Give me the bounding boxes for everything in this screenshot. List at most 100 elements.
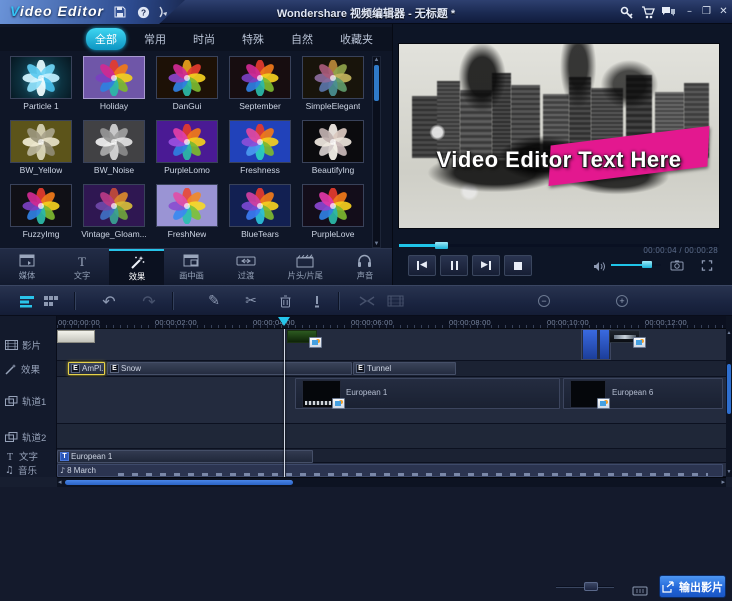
effect-thumbnail[interactable] [229,56,291,99]
effect-thumbnail[interactable] [156,184,218,227]
effect-item[interactable]: DanGui [151,56,223,120]
edit-clip-icon[interactable]: ✎ [203,291,225,311]
effect-item[interactable]: PurpleLove [297,184,369,248]
zoom-fit-icon[interactable] [632,583,648,601]
effect-item[interactable]: BW_Yellow [5,120,77,184]
timeline-vscrollbar[interactable]: ▲ ▼ [726,316,732,477]
effect-item[interactable]: BeautifyIng [297,120,369,184]
effect-thumbnail[interactable] [10,184,72,227]
effect-item[interactable]: Freshness [224,120,296,184]
library-scrollbar[interactable]: ▲ ▼ [372,56,381,248]
snapshot-camera-icon[interactable] [670,258,684,276]
tab-all[interactable]: 全部 [86,28,126,50]
pause-button[interactable] [440,255,468,276]
playhead[interactable] [284,329,285,477]
effect-clip[interactable]: E Snow [107,362,352,375]
effect-item[interactable]: BlueTears [224,184,296,248]
effect-item[interactable]: Particle 1 [5,56,77,120]
nav-sound[interactable]: 声音 [337,249,392,286]
prev-frame-button[interactable]: ◀ [408,255,436,276]
tab-favorites[interactable]: 收藏夹 [331,28,382,50]
overlay-clip[interactable]: European 1 [295,378,560,409]
effect-item[interactable]: FreshNew [151,184,223,248]
text-track[interactable]: T European 1 [57,449,726,463]
video-clip[interactable] [57,330,95,343]
scroll-right-icon[interactable]: ▸ [721,478,725,486]
effect-clip[interactable]: E Tunnel [353,362,456,375]
nav-pip[interactable]: 画中画 [164,249,219,286]
text-clip[interactable]: T European 1 [57,450,313,463]
nav-media[interactable]: 媒体 [0,249,55,286]
effect-thumbnail[interactable] [302,184,364,227]
volume-handle[interactable] [642,261,652,268]
feedback-chat-icon[interactable] [660,4,676,20]
effect-thumbnail[interactable] [229,120,291,163]
nav-effects[interactable]: 效果 [109,249,164,286]
effect-thumbnail[interactable] [229,184,291,227]
overlay-track-1[interactable]: European 1 European 6 [57,377,726,424]
nav-transition[interactable]: 过渡 [218,249,273,286]
stop-button[interactable] [504,255,532,276]
effect-thumbnail[interactable] [156,120,218,163]
effect-item[interactable]: Vintage_Gloam... [78,184,150,248]
minimize-button[interactable]: – [682,4,697,18]
next-frame-button[interactable]: ▶ [472,255,500,276]
effect-item[interactable]: SimpleElegant [297,56,369,120]
volume-icon[interactable] [593,259,606,277]
effect-item[interactable]: September [224,56,296,120]
tab-common[interactable]: 常用 [135,28,175,50]
tab-nature[interactable]: 自然 [282,28,322,50]
nav-intro-credits[interactable]: 片头/片尾 [273,249,337,286]
video-track[interactable] [57,329,726,361]
music-clip[interactable]: ♪ 8 March [57,464,723,477]
help-icon[interactable]: ? [135,4,151,20]
effect-thumbnail[interactable] [83,120,145,163]
timeline-hscrollbar[interactable]: ◂ ▸ [57,477,726,487]
video-clip[interactable] [583,330,597,359]
marker-icon[interactable] [306,291,328,311]
scroll-up-icon[interactable]: ▲ [726,330,732,336]
timeline-ruler[interactable]: 00:00:00:00 00:00:02:00 00:00:04:00 00:0… [57,316,726,329]
scroll-down-icon[interactable]: ▼ [373,241,380,247]
filmstrip-icon[interactable] [384,291,406,311]
effect-thumbnail[interactable] [302,120,364,163]
effect-item[interactable]: PurpleLomo [151,120,223,184]
effect-thumbnail[interactable] [10,120,72,163]
music-track[interactable]: ♪ 8 March [57,463,726,477]
nav-text[interactable]: T 文字 [55,249,110,286]
effect-item[interactable]: FuzzyImg [5,184,77,248]
effect-item[interactable]: Holiday [78,56,150,120]
detach-audio-icon[interactable] [356,291,378,311]
zoom-out-icon[interactable]: − [538,295,550,307]
scroll-left-icon[interactable]: ◂ [58,478,62,486]
effect-thumbnail[interactable] [10,56,72,99]
effect-item[interactable]: BW_Noise [78,120,150,184]
scroll-down-icon[interactable]: ▼ [726,469,732,475]
tab-special[interactable]: 特殊 [233,28,273,50]
timeline-zoom-handle[interactable] [584,582,598,591]
timeline-view-icon[interactable] [16,291,38,311]
overlay-track-2[interactable] [57,424,726,449]
effect-thumbnail[interactable] [83,184,145,227]
effect-clip-selected[interactable]: E AmPl... [68,362,105,375]
maximize-button[interactable]: ❐ [699,4,714,18]
redo-icon[interactable]: ↷ [138,291,160,311]
effect-thumbnail[interactable] [302,56,364,99]
fullscreen-icon[interactable] [701,258,713,276]
cut-icon[interactable]: ✂ [240,291,262,311]
store-cart-icon[interactable] [640,4,656,20]
overlay-clip[interactable]: European 6 [563,378,723,409]
library-scrollbar-thumb[interactable] [374,65,379,101]
effect-thumbnail[interactable] [83,56,145,99]
export-movie-button[interactable]: 输出影片 [659,575,726,598]
scroll-up-icon[interactable]: ▲ [373,57,380,63]
effect-thumbnail[interactable] [156,56,218,99]
volume-slider[interactable] [611,264,661,266]
hscrollbar-thumb[interactable] [65,480,293,485]
save-icon[interactable] [112,4,128,20]
effects-track[interactable]: E AmPl... E Snow E Tunnel [57,361,726,377]
vscrollbar-thumb[interactable] [727,364,731,414]
seek-handle[interactable] [435,242,448,249]
delete-icon[interactable] [274,291,296,311]
playhead-handle[interactable] [278,317,290,326]
